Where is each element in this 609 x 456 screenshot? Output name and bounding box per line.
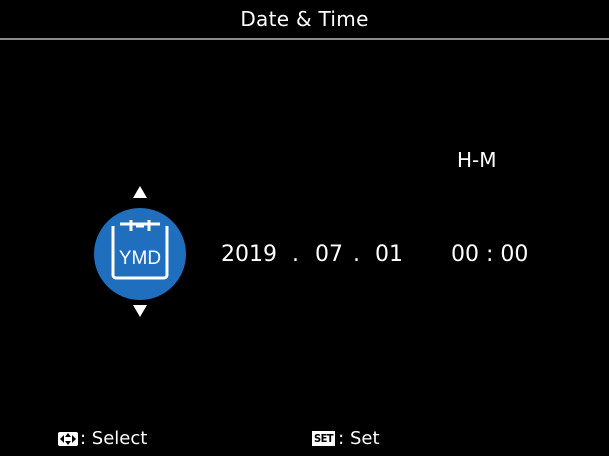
time-format-label: H-M [457, 148, 497, 172]
arrow-up-icon[interactable] [133, 186, 147, 198]
ymd-icon-text: YMD [119, 248, 161, 269]
time-value[interactable]: 00 : 00 [451, 242, 528, 267]
select-hint-label: : Select [80, 428, 148, 449]
set-button-icon: SET [312, 431, 336, 446]
title-bar: Date & Time [0, 0, 609, 40]
ymd-calendar-icon: YMD [110, 220, 170, 280]
footer-select-hint: : Select [58, 428, 147, 449]
date-month[interactable]: 07 [315, 242, 343, 267]
footer-set-hint: SET : Set [312, 428, 380, 449]
arrow-down-icon[interactable] [133, 305, 147, 317]
date-separator: . [353, 242, 360, 267]
date-year[interactable]: 2019 [221, 242, 277, 267]
date-format-selector[interactable]: YMD [94, 208, 186, 300]
page-title: Date & Time [240, 7, 369, 31]
date-separator: . [292, 242, 299, 267]
dpad-icon [58, 431, 78, 446]
set-hint-label: : Set [338, 428, 380, 449]
date-day[interactable]: 01 [375, 242, 403, 267]
